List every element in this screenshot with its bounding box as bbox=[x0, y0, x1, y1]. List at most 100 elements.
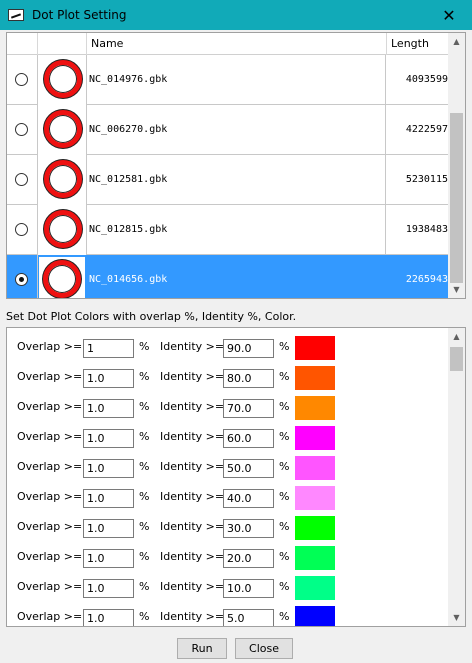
table-row[interactable]: NC_006270.gbk 4222597 bbox=[7, 105, 449, 155]
overlap-input[interactable]: 1.0 bbox=[83, 489, 134, 508]
color-swatch[interactable] bbox=[295, 486, 335, 510]
color-threshold-row: Overlap >= 1.0% Identity >= 60.0% bbox=[7, 422, 449, 452]
percent-label: % bbox=[139, 460, 150, 473]
identity-input[interactable]: 30.0 bbox=[223, 519, 274, 538]
identity-label: Identity >= bbox=[160, 610, 225, 623]
color-swatch[interactable] bbox=[295, 366, 335, 390]
table-header: Name Length bbox=[7, 33, 449, 55]
scroll-up-icon[interactable]: ▲ bbox=[448, 33, 465, 50]
color-swatch[interactable] bbox=[295, 516, 335, 540]
color-swatch[interactable] bbox=[295, 336, 335, 360]
scroll-down-icon[interactable]: ▼ bbox=[448, 281, 465, 298]
table-row[interactable]: NC_014976.gbk 4093599 bbox=[7, 55, 449, 105]
identity-input[interactable]: 40.0 bbox=[223, 489, 274, 508]
percent-label: % bbox=[139, 550, 150, 563]
plot-thumbnail bbox=[38, 205, 87, 255]
identity-input[interactable]: 90.0 bbox=[223, 339, 274, 358]
overlap-input[interactable]: 1.0 bbox=[83, 579, 134, 598]
header-select bbox=[7, 33, 38, 55]
percent-label: % bbox=[139, 340, 150, 353]
circular-genome-icon bbox=[44, 160, 82, 198]
run-button[interactable]: Run bbox=[177, 638, 227, 659]
identity-input[interactable]: 80.0 bbox=[223, 369, 274, 388]
color-threshold-row: Overlap >= 1.0% Identity >= 50.0% bbox=[7, 452, 449, 482]
settings-label: Set Dot Plot Colors with overlap %, Iden… bbox=[6, 310, 297, 323]
scroll-down-icon[interactable]: ▼ bbox=[448, 609, 465, 626]
color-swatch[interactable] bbox=[295, 546, 335, 570]
identity-label: Identity >= bbox=[160, 400, 225, 413]
percent-label: % bbox=[279, 430, 290, 443]
select-radio[interactable] bbox=[15, 273, 28, 286]
identity-label: Identity >= bbox=[160, 460, 225, 473]
identity-label: Identity >= bbox=[160, 370, 225, 383]
window-title: Dot Plot Setting bbox=[32, 8, 127, 22]
settings-scrollbar[interactable]: ▲ ▼ bbox=[448, 328, 465, 626]
select-radio[interactable] bbox=[15, 73, 28, 86]
color-threshold-row: Overlap >= 1.0% Identity >= 30.0% bbox=[7, 512, 449, 542]
header-plot bbox=[38, 33, 87, 55]
circular-genome-icon bbox=[43, 260, 81, 298]
file-name: NC_014976.gbk bbox=[88, 55, 386, 105]
color-swatch[interactable] bbox=[295, 426, 335, 450]
table-row[interactable]: NC_014656.gbk 2265943 bbox=[7, 255, 449, 298]
radio-cell bbox=[7, 255, 38, 298]
identity-label: Identity >= bbox=[160, 340, 225, 353]
overlap-input[interactable]: 1.0 bbox=[83, 369, 134, 388]
sequence-length: 5230115 bbox=[405, 174, 448, 185]
color-threshold-row: Overlap >= 1.0% Identity >= 80.0% bbox=[7, 362, 449, 392]
table-row[interactable]: NC_012815.gbk 1938483 bbox=[7, 205, 449, 255]
file-name: NC_012581.gbk bbox=[88, 155, 386, 205]
table-row[interactable]: NC_012581.gbk 5230115 bbox=[7, 155, 449, 205]
identity-input[interactable]: 70.0 bbox=[223, 399, 274, 418]
select-radio[interactable] bbox=[15, 173, 28, 186]
select-radio[interactable] bbox=[15, 223, 28, 236]
radio-cell bbox=[7, 55, 38, 105]
scroll-up-icon[interactable]: ▲ bbox=[448, 328, 465, 345]
sequence-length: 4222597 bbox=[405, 124, 448, 135]
select-radio[interactable] bbox=[15, 123, 28, 136]
color-threshold-row: Overlap >= 1% Identity >= 90.0% bbox=[7, 332, 449, 362]
identity-input[interactable]: 5.0 bbox=[223, 609, 274, 626]
percent-label: % bbox=[279, 340, 290, 353]
overlap-input[interactable]: 1.0 bbox=[83, 399, 134, 418]
radio-cell bbox=[7, 105, 38, 155]
identity-input[interactable]: 60.0 bbox=[223, 429, 274, 448]
identity-label: Identity >= bbox=[160, 550, 225, 563]
overlap-input[interactable]: 1.0 bbox=[83, 519, 134, 538]
scroll-thumb[interactable] bbox=[450, 113, 463, 283]
color-swatch[interactable] bbox=[295, 456, 335, 480]
color-swatch[interactable] bbox=[295, 606, 335, 626]
overlap-input[interactable]: 1.0 bbox=[83, 459, 134, 478]
overlap-input[interactable]: 1.0 bbox=[83, 429, 134, 448]
overlap-input[interactable]: 1.0 bbox=[83, 609, 134, 626]
sequence-length: 2265943 bbox=[405, 274, 448, 285]
header-length[interactable]: Length bbox=[391, 33, 449, 55]
percent-label: % bbox=[139, 370, 150, 383]
identity-label: Identity >= bbox=[160, 490, 225, 503]
circular-genome-icon bbox=[44, 210, 82, 248]
circular-genome-icon bbox=[44, 60, 82, 98]
overlap-input[interactable]: 1.0 bbox=[83, 549, 134, 568]
color-threshold-row: Overlap >= 1.0% Identity >= 10.0% bbox=[7, 572, 449, 602]
percent-label: % bbox=[279, 490, 290, 503]
table-scrollbar[interactable]: ▲ ▼ bbox=[448, 33, 465, 298]
color-swatch[interactable] bbox=[295, 396, 335, 420]
file-name: NC_012815.gbk bbox=[88, 205, 386, 255]
percent-label: % bbox=[139, 610, 150, 623]
file-name: NC_006270.gbk bbox=[88, 105, 386, 155]
circular-genome-icon bbox=[44, 110, 82, 148]
header-name[interactable]: Name bbox=[87, 33, 387, 55]
identity-input[interactable]: 50.0 bbox=[223, 459, 274, 478]
color-swatch[interactable] bbox=[295, 576, 335, 600]
close-button[interactable]: Close bbox=[235, 638, 293, 659]
close-window-button[interactable]: ✕ bbox=[426, 0, 472, 30]
plot-thumbnail bbox=[38, 55, 87, 105]
overlap-label: Overlap >= bbox=[17, 430, 83, 443]
percent-label: % bbox=[139, 580, 150, 593]
identity-input[interactable]: 10.0 bbox=[223, 579, 274, 598]
overlap-input[interactable]: 1 bbox=[83, 339, 134, 358]
scroll-thumb[interactable] bbox=[450, 347, 463, 371]
percent-label: % bbox=[279, 400, 290, 413]
identity-input[interactable]: 20.0 bbox=[223, 549, 274, 568]
color-threshold-row: Overlap >= 1.0% Identity >= 20.0% bbox=[7, 542, 449, 572]
